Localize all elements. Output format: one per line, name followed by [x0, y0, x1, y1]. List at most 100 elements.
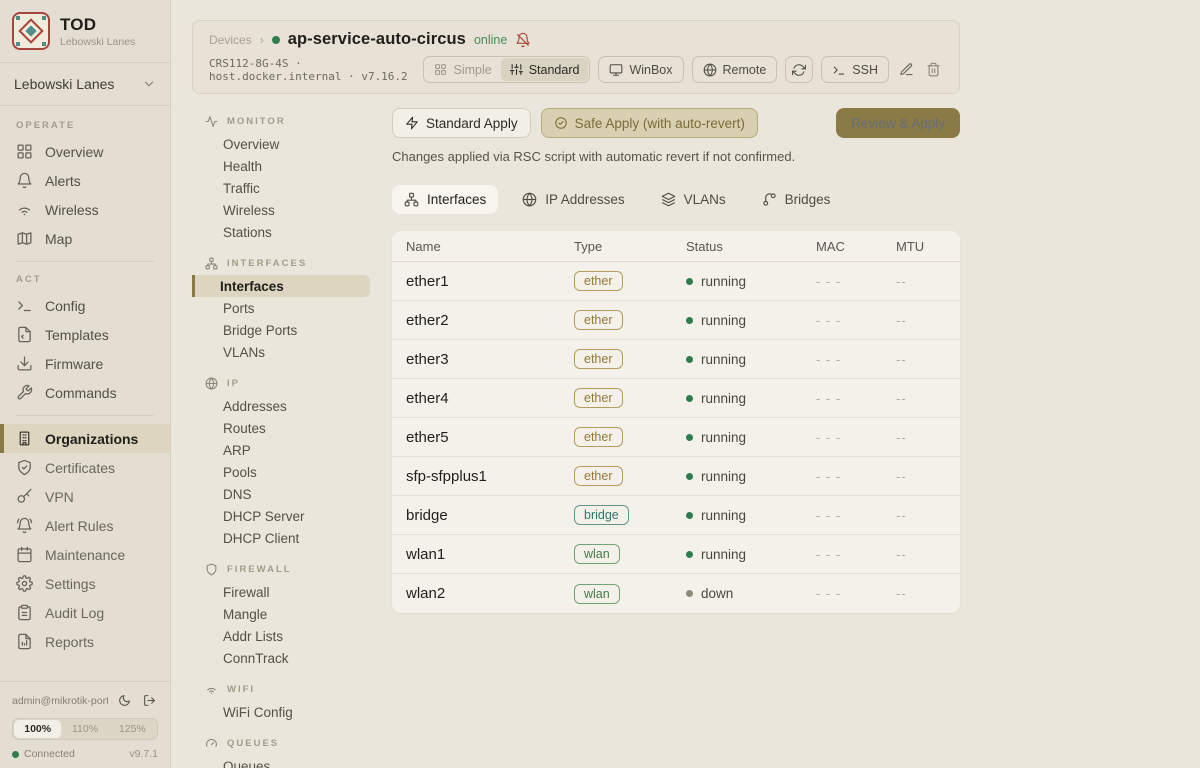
connection-status-dot: [12, 751, 19, 758]
sidebar-item-audit-log[interactable]: Audit Log: [0, 598, 170, 627]
winbox-button[interactable]: WinBox: [598, 56, 683, 83]
device-nav-item-addresses[interactable]: Addresses: [192, 395, 370, 417]
tab-bridges[interactable]: Bridges: [750, 185, 843, 214]
table-row[interactable]: bridge bridge running - - - --: [392, 496, 960, 535]
device-nav-item-conntrack[interactable]: ConnTrack: [192, 647, 370, 669]
sidebar-item-alert-rules[interactable]: Alert Rules: [0, 511, 170, 540]
device-nav-item-dns[interactable]: DNS: [192, 483, 370, 505]
table-row[interactable]: wlan2 wlan down - - - --: [392, 574, 960, 613]
breadcrumb-devices-link[interactable]: Devices: [209, 33, 252, 47]
sidebar-item-organizations[interactable]: Organizations: [0, 424, 170, 453]
review-apply-button[interactable]: Review & Apply: [836, 108, 960, 138]
device-nav-item-vlans[interactable]: VLANs: [192, 341, 370, 363]
type-badge: ether: [574, 427, 623, 447]
refresh-button[interactable]: [785, 56, 813, 83]
type-badge: ether: [574, 310, 623, 330]
sidebar-item-templates[interactable]: Templates: [0, 320, 170, 349]
moon-icon: [118, 694, 131, 707]
app-logo-icon: [12, 12, 50, 50]
org-selector[interactable]: Lebowski Lanes: [0, 63, 170, 106]
shield-check-icon: [16, 459, 33, 476]
device-actions: Simple Standard WinBox Remote: [423, 56, 943, 83]
sidebar-item-wireless[interactable]: Wireless: [0, 195, 170, 224]
sidebar-item-alerts[interactable]: Alerts: [0, 166, 170, 195]
sidebar-item-config[interactable]: Config: [0, 291, 170, 320]
device-nav-item-overview[interactable]: Overview: [192, 133, 370, 155]
device-nav-item-queues[interactable]: Queues: [192, 755, 370, 768]
nav-section-operate: OPERATE: [0, 116, 170, 137]
device-nav: MONITOR Overview Health Traffic Wireless…: [192, 108, 392, 768]
tab-ip-addresses[interactable]: IP Addresses: [510, 185, 636, 214]
device-nav-item-health[interactable]: Health: [192, 155, 370, 177]
device-nav-item-ports[interactable]: Ports: [192, 297, 370, 319]
view-mode-simple[interactable]: Simple: [425, 58, 500, 81]
table-row[interactable]: ether4 ether running - - - --: [392, 379, 960, 418]
wifi-icon: [205, 683, 218, 696]
sidebar-item-firmware[interactable]: Firmware: [0, 349, 170, 378]
sidebar-item-overview[interactable]: Overview: [0, 137, 170, 166]
device-nav-item-dhcp-server[interactable]: DHCP Server: [192, 505, 370, 527]
device-nav-item-wifi-config[interactable]: WiFi Config: [192, 701, 370, 723]
delete-device-button[interactable]: [924, 60, 943, 79]
sidebar-item-certificates[interactable]: Certificates: [0, 453, 170, 482]
interfaces-table: Name Type Status MAC MTU ether1 ether ru…: [392, 231, 960, 613]
table-row[interactable]: ether5 ether running - - - --: [392, 418, 960, 457]
table-row[interactable]: ether3 ether running - - - --: [392, 340, 960, 379]
sidebar-item-settings[interactable]: Settings: [0, 569, 170, 598]
dark-mode-toggle[interactable]: [116, 692, 133, 709]
ssh-button[interactable]: SSH: [821, 56, 889, 83]
globe-icon: [205, 377, 218, 390]
device-nav-item-interfaces[interactable]: Interfaces: [192, 275, 370, 297]
shield-icon: [205, 563, 218, 576]
calendar-icon: [16, 546, 33, 563]
layers-icon: [661, 192, 676, 207]
device-nav-item-mangle[interactable]: Mangle: [192, 603, 370, 625]
logout-button[interactable]: [141, 692, 158, 709]
building-icon: [16, 430, 33, 447]
sidebar-item-commands[interactable]: Commands: [0, 378, 170, 407]
table-row[interactable]: sfp-sfpplus1 ether running - - - --: [392, 457, 960, 496]
status-dot: [686, 395, 693, 402]
sidebar-item-map[interactable]: Map: [0, 224, 170, 253]
zoom-option-100[interactable]: 100%: [14, 720, 61, 738]
sidebar-item-maintenance[interactable]: Maintenance: [0, 540, 170, 569]
globe-icon: [703, 63, 717, 77]
device-online-dot: [272, 36, 280, 44]
type-badge: ether: [574, 466, 623, 486]
zoom-option-110[interactable]: 110%: [61, 720, 108, 738]
logout-icon: [143, 694, 156, 707]
tab-vlans[interactable]: VLANs: [649, 185, 738, 214]
view-mode-standard[interactable]: Standard: [501, 58, 589, 81]
remote-button[interactable]: Remote: [692, 56, 778, 83]
device-nav-item-wireless[interactable]: Wireless: [192, 199, 370, 221]
notifications-muted-icon[interactable]: [515, 32, 531, 48]
sidebar-item-vpn[interactable]: VPN: [0, 482, 170, 511]
pencil-icon: [899, 62, 914, 77]
device-nav-item-traffic[interactable]: Traffic: [192, 177, 370, 199]
status-dot: [686, 434, 693, 441]
device-nav-item-bridge-ports[interactable]: Bridge Ports: [192, 319, 370, 341]
standard-apply-button[interactable]: Standard Apply: [392, 108, 531, 138]
network-icon: [205, 257, 218, 270]
device-nav-item-stations[interactable]: Stations: [192, 221, 370, 243]
device-nav-item-addr-lists[interactable]: Addr Lists: [192, 625, 370, 647]
device-nav-item-dhcp-client[interactable]: DHCP Client: [192, 527, 370, 549]
grid-icon: [16, 143, 33, 160]
map-icon: [16, 230, 33, 247]
device-nav-item-routes[interactable]: Routes: [192, 417, 370, 439]
safe-apply-button[interactable]: Safe Apply (with auto-revert): [541, 108, 758, 138]
download-icon: [16, 355, 33, 372]
device-nav-item-arp[interactable]: ARP: [192, 439, 370, 461]
device-nav-item-firewall[interactable]: Firewall: [192, 581, 370, 603]
status-dot: [686, 551, 693, 558]
tab-interfaces[interactable]: Interfaces: [392, 185, 498, 214]
table-row[interactable]: ether1 ether running - - - --: [392, 262, 960, 301]
app-version: v9.7.1: [129, 748, 158, 760]
device-nav-item-pools[interactable]: Pools: [192, 461, 370, 483]
sidebar-nav: OPERATE Overview Alerts Wireless Map ACT…: [0, 106, 170, 681]
table-row[interactable]: ether2 ether running - - - --: [392, 301, 960, 340]
edit-device-button[interactable]: [897, 60, 916, 79]
table-row[interactable]: wlan1 wlan running - - - --: [392, 535, 960, 574]
zoom-option-125[interactable]: 125%: [109, 720, 156, 738]
sidebar-item-reports[interactable]: Reports: [0, 627, 170, 656]
